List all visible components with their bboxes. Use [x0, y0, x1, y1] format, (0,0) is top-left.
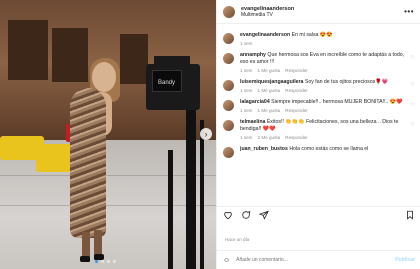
floor-line: [0, 205, 216, 206]
caption-time: 1 sem: [240, 41, 253, 46]
person-dress: [70, 88, 106, 238]
list-item: juan_ruben_bustos Hola como estás como s…: [223, 146, 415, 158]
avatar[interactable]: [223, 120, 234, 131]
heart-icon[interactable]: ♡: [411, 82, 415, 93]
emoji-icon[interactable]: ☺: [223, 257, 230, 264]
avatar[interactable]: [223, 33, 234, 44]
caption: evangelinaanderson En mi salsa 😍😍 1 sem: [223, 32, 415, 46]
post-location[interactable]: Multimedia TV: [241, 12, 404, 18]
add-comment-bar: ☺ Publicar: [217, 250, 420, 269]
comment-username[interactable]: telmaelina: [240, 119, 265, 125]
bookshelf: [8, 20, 48, 80]
caption-text: En mi salsa 😍😍: [291, 32, 333, 38]
heart-icon[interactable]: ♡: [411, 122, 415, 140]
reply-button[interactable]: Responder: [285, 88, 307, 93]
carousel-dots: [95, 260, 116, 263]
camera-tripod: [168, 150, 173, 269]
chevron-right-icon[interactable]: ›: [200, 128, 212, 140]
action-bar: [217, 206, 420, 222]
share-icon[interactable]: [259, 210, 269, 220]
more-icon[interactable]: •••: [404, 7, 414, 16]
comment-username[interactable]: juan_ruben_bustos: [240, 146, 288, 152]
comment-likes[interactable]: 2 Me gusta: [258, 135, 281, 140]
comment-likes[interactable]: 1 Me gusta: [258, 68, 281, 73]
bookshelf: [52, 28, 88, 82]
comment-text: Siempre impecable!!.. hermosa MUJER BONI…: [271, 99, 403, 105]
list-item: annamphy Que hermosa sos Eva en increíbl…: [223, 52, 415, 73]
bookshelf: [120, 34, 148, 84]
reply-button[interactable]: Responder: [285, 135, 307, 140]
comment-text: Hola como estás como se llama el: [289, 146, 369, 152]
post-time: Hace un día: [225, 237, 250, 242]
carousel-dot: [107, 260, 110, 263]
comment-likes[interactable]: 1 Me gusta: [258, 88, 281, 93]
person-head: [92, 62, 116, 92]
avatar[interactable]: [223, 147, 234, 158]
camera-label: Bandy: [158, 80, 176, 86]
comment-text: Soy fan de tus ojitos preciosos🌹💗: [304, 79, 389, 85]
list-item: luisemiquesjangaaguilera Soy fan de tus …: [223, 79, 415, 93]
reply-button[interactable]: Responder: [285, 68, 307, 73]
comment-username[interactable]: annamphy: [240, 52, 266, 58]
comment-time: 1 sem: [240, 135, 253, 140]
shoe: [80, 256, 90, 262]
heart-icon[interactable]: ♡: [411, 102, 415, 113]
post-panel: evangelinaanderson Multimedia TV ••• eva…: [216, 0, 420, 269]
avatar[interactable]: [223, 5, 235, 18]
camera-tripod: [200, 120, 204, 269]
comment-time: 1 sem: [240, 108, 253, 113]
comment-time: 1 sem: [240, 68, 253, 73]
carousel-dot: [113, 260, 116, 263]
avatar[interactable]: [223, 80, 234, 91]
heart-icon[interactable]: ♡: [411, 55, 415, 73]
comment-time: 1 sem: [240, 88, 253, 93]
post-photo[interactable]: Bandy ›: [0, 0, 216, 269]
reply-button[interactable]: Responder: [285, 108, 307, 113]
publish-button[interactable]: Publicar: [395, 257, 415, 263]
caption-username[interactable]: evangelinaanderson: [240, 32, 290, 38]
comment-username[interactable]: luisemiquesjangaaguilera: [240, 79, 303, 85]
comment-username[interactable]: lalagarcia04: [240, 99, 270, 105]
post-header: evangelinaanderson Multimedia TV •••: [217, 0, 420, 24]
comment-input[interactable]: [236, 257, 390, 263]
bookmark-icon[interactable]: [405, 210, 415, 220]
camera-tripod: [186, 110, 196, 269]
floor-line: [0, 175, 216, 176]
comment-icon[interactable]: [241, 210, 251, 220]
avatar[interactable]: [223, 53, 234, 64]
list-item: lalagarcia04 Siempre impecable!!.. hermo…: [223, 99, 415, 113]
carousel-dot: [101, 260, 104, 263]
comments-list: evangelinaanderson En mi salsa 😍😍 1 sem …: [217, 28, 420, 206]
carousel-dot: [95, 260, 98, 263]
heart-icon[interactable]: [223, 210, 233, 220]
avatar[interactable]: [223, 100, 234, 111]
list-item: telmaelina Éxitos!! 👏👏👏 Felicitaciones, …: [223, 119, 415, 140]
comment-likes[interactable]: 1 Me gusta: [258, 108, 281, 113]
